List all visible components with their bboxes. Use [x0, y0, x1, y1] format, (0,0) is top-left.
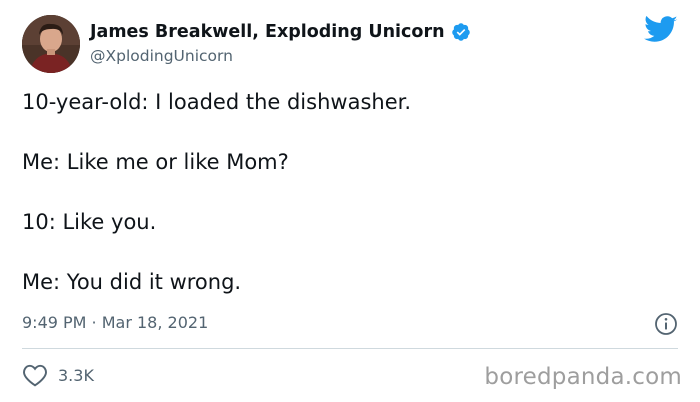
tweet-line: 10: Like you.	[22, 210, 157, 234]
divider	[22, 348, 678, 349]
twitter-bird-icon[interactable]	[644, 15, 678, 45]
verified-badge-icon	[451, 22, 471, 42]
info-icon[interactable]	[654, 312, 678, 336]
author-name[interactable]: James Breakwell, Exploding Unicorn	[90, 22, 445, 42]
author-handle[interactable]: @XplodingUnicorn	[90, 47, 471, 65]
tweet-timestamp[interactable]: 9:49 PM · Mar 18, 2021	[22, 313, 208, 332]
author-block: James Breakwell, Exploding Unicorn @Xplo…	[90, 21, 471, 65]
heart-icon	[22, 363, 48, 387]
tweet-line: Me: Like me or like Mom?	[22, 150, 289, 174]
watermark: boredpanda.com	[484, 364, 682, 390]
like-button[interactable]: 3.3K	[22, 363, 94, 387]
avatar[interactable]	[22, 15, 80, 73]
like-count: 3.3K	[58, 365, 94, 385]
tweet-line: Me: You did it wrong.	[22, 270, 242, 294]
tweet-body: 10-year-old: I loaded the dishwasher. Me…	[22, 88, 672, 296]
tweet-line: 10-year-old: I loaded the dishwasher.	[22, 90, 411, 114]
